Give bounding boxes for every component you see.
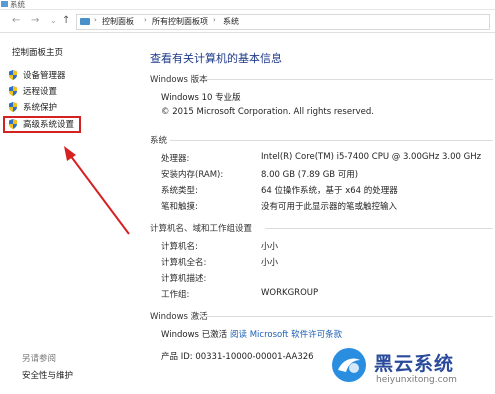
watermark-url: heiyunxitong.com [376,375,457,385]
watermark-logo-icon [332,348,366,382]
watermark-name: 黑云系统 [374,353,455,375]
annotation-arrow [64,146,130,235]
